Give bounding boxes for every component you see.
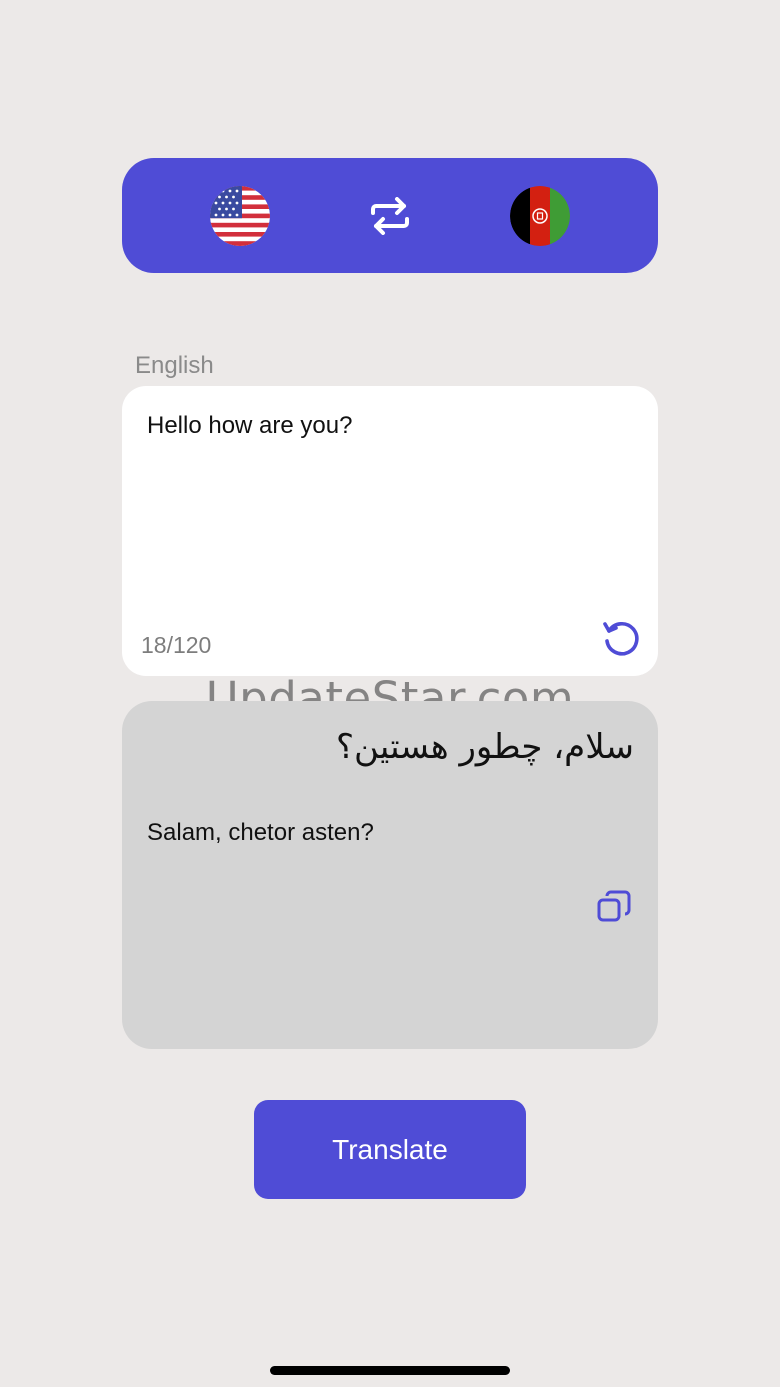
source-text-input[interactable]: Hello how are you? <box>147 412 352 440</box>
reset-icon <box>603 621 639 656</box>
swap-languages-button[interactable] <box>366 192 414 240</box>
reset-text-button[interactable] <box>600 618 642 660</box>
translation-output-card: سلام، چطور هستین؟ Salam, chetor asten? <box>122 701 658 1049</box>
source-language-label: English <box>135 352 214 379</box>
translated-romanized-text: Salam, chetor asten? <box>147 819 374 846</box>
afghanistan-flag-icon[interactable] <box>510 186 570 246</box>
copy-icon <box>597 890 631 922</box>
swap-arrows-icon <box>371 197 409 235</box>
character-count: 18/120 <box>141 632 212 658</box>
home-indicator <box>270 1366 510 1375</box>
translate-button[interactable]: Translate <box>254 1100 526 1199</box>
language-selector-bar <box>122 158 658 273</box>
translated-native-text: سلام، چطور هستین؟ <box>335 727 634 767</box>
source-text-card[interactable]: Hello how are you? 18/120 <box>122 386 658 676</box>
copy-translation-button[interactable] <box>594 887 634 927</box>
us-flag-icon[interactable] <box>210 186 270 246</box>
